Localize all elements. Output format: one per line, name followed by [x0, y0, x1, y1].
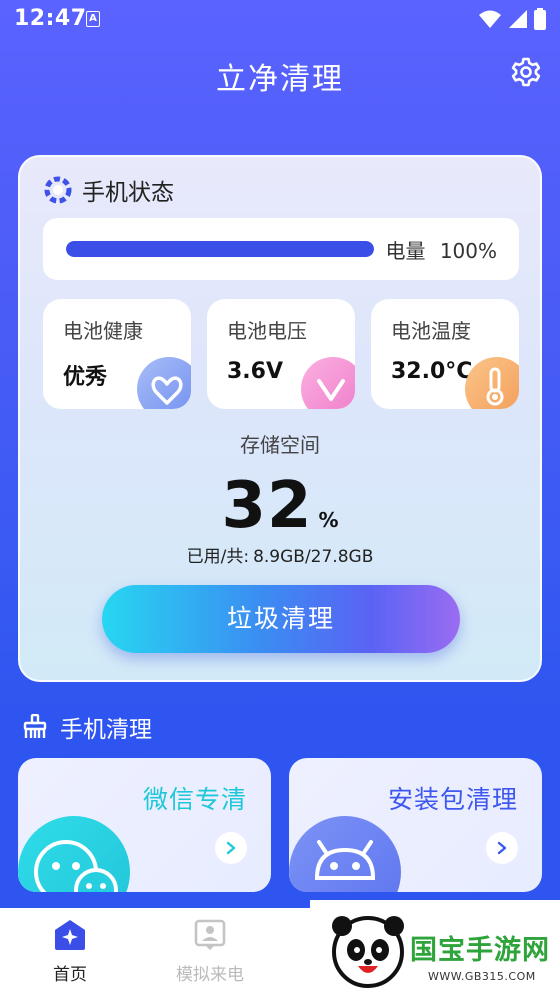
nav-item-simulated-call[interactable]: 模拟来电	[162, 918, 258, 985]
heart-icon	[137, 357, 191, 409]
nav-label-home: 首页	[53, 965, 87, 985]
battery-progress-track	[66, 241, 374, 257]
battery-progress-fill	[66, 241, 374, 257]
battery-status-icon	[534, 8, 546, 30]
settings-button[interactable]	[510, 56, 542, 88]
junk-clean-button[interactable]: 垃圾清理	[102, 585, 460, 653]
app-screen: 12:47 A 立净清理 手机状态 电量 100% 电池健康 优秀 电池电压 3…	[0, 0, 560, 995]
nav-item-home[interactable]: 首页	[22, 918, 118, 985]
android-icon	[289, 816, 401, 892]
phone-clean-header: 手机清理	[22, 710, 152, 744]
battery-level-panel: 电量 100%	[43, 218, 519, 280]
signal-icon	[509, 10, 527, 28]
battery-health-card: 电池健康 优秀	[43, 299, 191, 409]
storage-label: 存储空间	[240, 433, 320, 457]
notification-icon: A	[86, 11, 100, 27]
storage-used-label: 已用/共:	[186, 547, 250, 567]
watermark-url: WWW.GB315.COM	[428, 970, 536, 983]
battery-temperature-card: 电池温度 32.0°C	[371, 299, 519, 409]
battery-voltage-value: 3.6V	[227, 359, 283, 384]
phone-clean-title: 手机清理	[60, 717, 152, 743]
wechat-icon	[18, 816, 130, 892]
phone-status-title: 手机状态	[82, 180, 174, 206]
storage-used: 已用/共: 8.9GB/27.8GB	[20, 542, 540, 567]
app-title: 立净清理	[216, 62, 344, 97]
storage-percent-unit: %	[318, 508, 339, 532]
storage-percent-number: 32	[221, 469, 313, 543]
battery-health-value: 优秀	[63, 365, 108, 390]
lifebuoy-icon	[44, 176, 72, 204]
storage-percent: 32%	[20, 469, 540, 543]
apk-clean-title: 安装包清理	[387, 785, 518, 814]
battery-voltage-label: 电池电压	[227, 319, 307, 343]
watermark: 国宝手游网 WWW.GB315.COM	[310, 900, 560, 995]
battery-temperature-label: 电池温度	[391, 319, 471, 343]
contact-card-icon	[194, 919, 226, 950]
wechat-clean-card[interactable]: 微信专清	[18, 758, 271, 892]
gear-icon	[511, 57, 541, 87]
battery-value: 100%	[439, 239, 497, 263]
wifi-icon	[479, 10, 501, 28]
battery-temperature-value: 32.0°C	[391, 359, 473, 384]
panda-logo-icon	[332, 916, 404, 988]
phone-status-header: 手机状态	[44, 173, 174, 207]
battery-label: 电量	[385, 239, 426, 263]
home-star-icon	[55, 920, 85, 950]
status-time: 12:47	[14, 6, 87, 31]
broom-icon	[23, 714, 47, 738]
battery-health-label: 电池健康	[63, 319, 143, 343]
phone-status-card: 手机状态 电量 100% 电池健康 优秀 电池电压 3.6V 电池温度 32.0…	[18, 155, 542, 682]
watermark-brand: 国宝手游网	[410, 935, 550, 966]
storage-used-value: 8.9GB/27.8GB	[253, 547, 374, 567]
chevron-right-icon[interactable]	[486, 832, 518, 864]
chevron-right-icon[interactable]	[215, 832, 247, 864]
thermometer-icon	[465, 357, 519, 409]
battery-voltage-card: 电池电压 3.6V	[207, 299, 355, 409]
battery-readout: 电量 100%	[385, 235, 497, 264]
wechat-clean-title: 微信专清	[142, 785, 247, 814]
check-v-icon	[301, 357, 355, 409]
apk-clean-card[interactable]: 安装包清理	[289, 758, 542, 892]
status-icons	[478, 8, 546, 30]
nav-label-simulated-call: 模拟来电	[176, 965, 244, 985]
status-bar: 12:47 A	[0, 0, 560, 38]
